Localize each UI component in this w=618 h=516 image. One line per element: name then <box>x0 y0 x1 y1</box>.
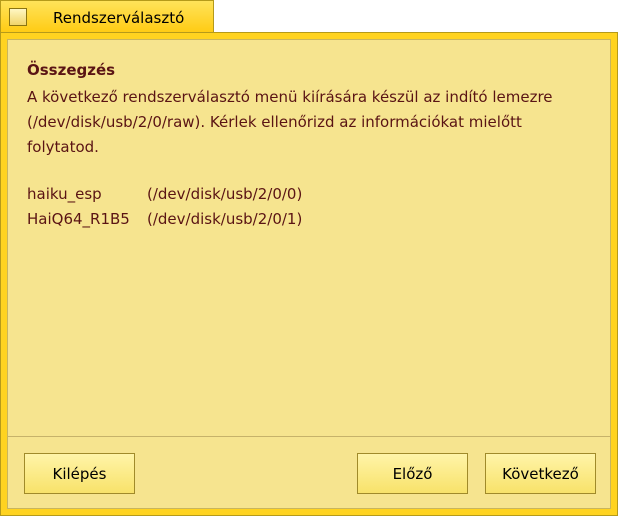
partition-path: (/dev/disk/usb/2/0/0) <box>147 185 303 203</box>
next-button[interactable]: Következő <box>485 453 596 494</box>
window-title: Rendszerválasztó <box>53 9 185 27</box>
window-frame: Összegzés A következő rendszerválasztó m… <box>0 32 618 516</box>
summary-heading: Összegzés <box>27 61 116 79</box>
footer-separator <box>8 436 610 437</box>
content-panel: Összegzés A következő rendszerválasztó m… <box>7 39 611 509</box>
summary-description: A következő rendszerválasztó menü kiírás… <box>27 85 587 160</box>
partition-entry: HaiQ64_R1B5 (/dev/disk/usb/2/0/1) <box>27 210 302 228</box>
close-box-icon[interactable] <box>9 8 27 26</box>
description-line: (/dev/disk/usb/2/0/raw). Kérlek ellenőri… <box>27 113 522 131</box>
partition-name: haiku_esp <box>27 185 102 203</box>
quit-button[interactable]: Kilépés <box>24 453 135 494</box>
partition-entry: haiku_esp (/dev/disk/usb/2/0/0) <box>27 185 302 203</box>
partition-path: (/dev/disk/usb/2/0/1) <box>147 210 303 228</box>
partition-name: HaiQ64_R1B5 <box>27 210 130 228</box>
window-tab[interactable]: Rendszerválasztó <box>0 0 214 33</box>
previous-button[interactable]: Előző <box>357 453 468 494</box>
description-line: folytatod. <box>27 138 99 156</box>
description-line: A következő rendszerválasztó menü kiírás… <box>27 88 553 106</box>
